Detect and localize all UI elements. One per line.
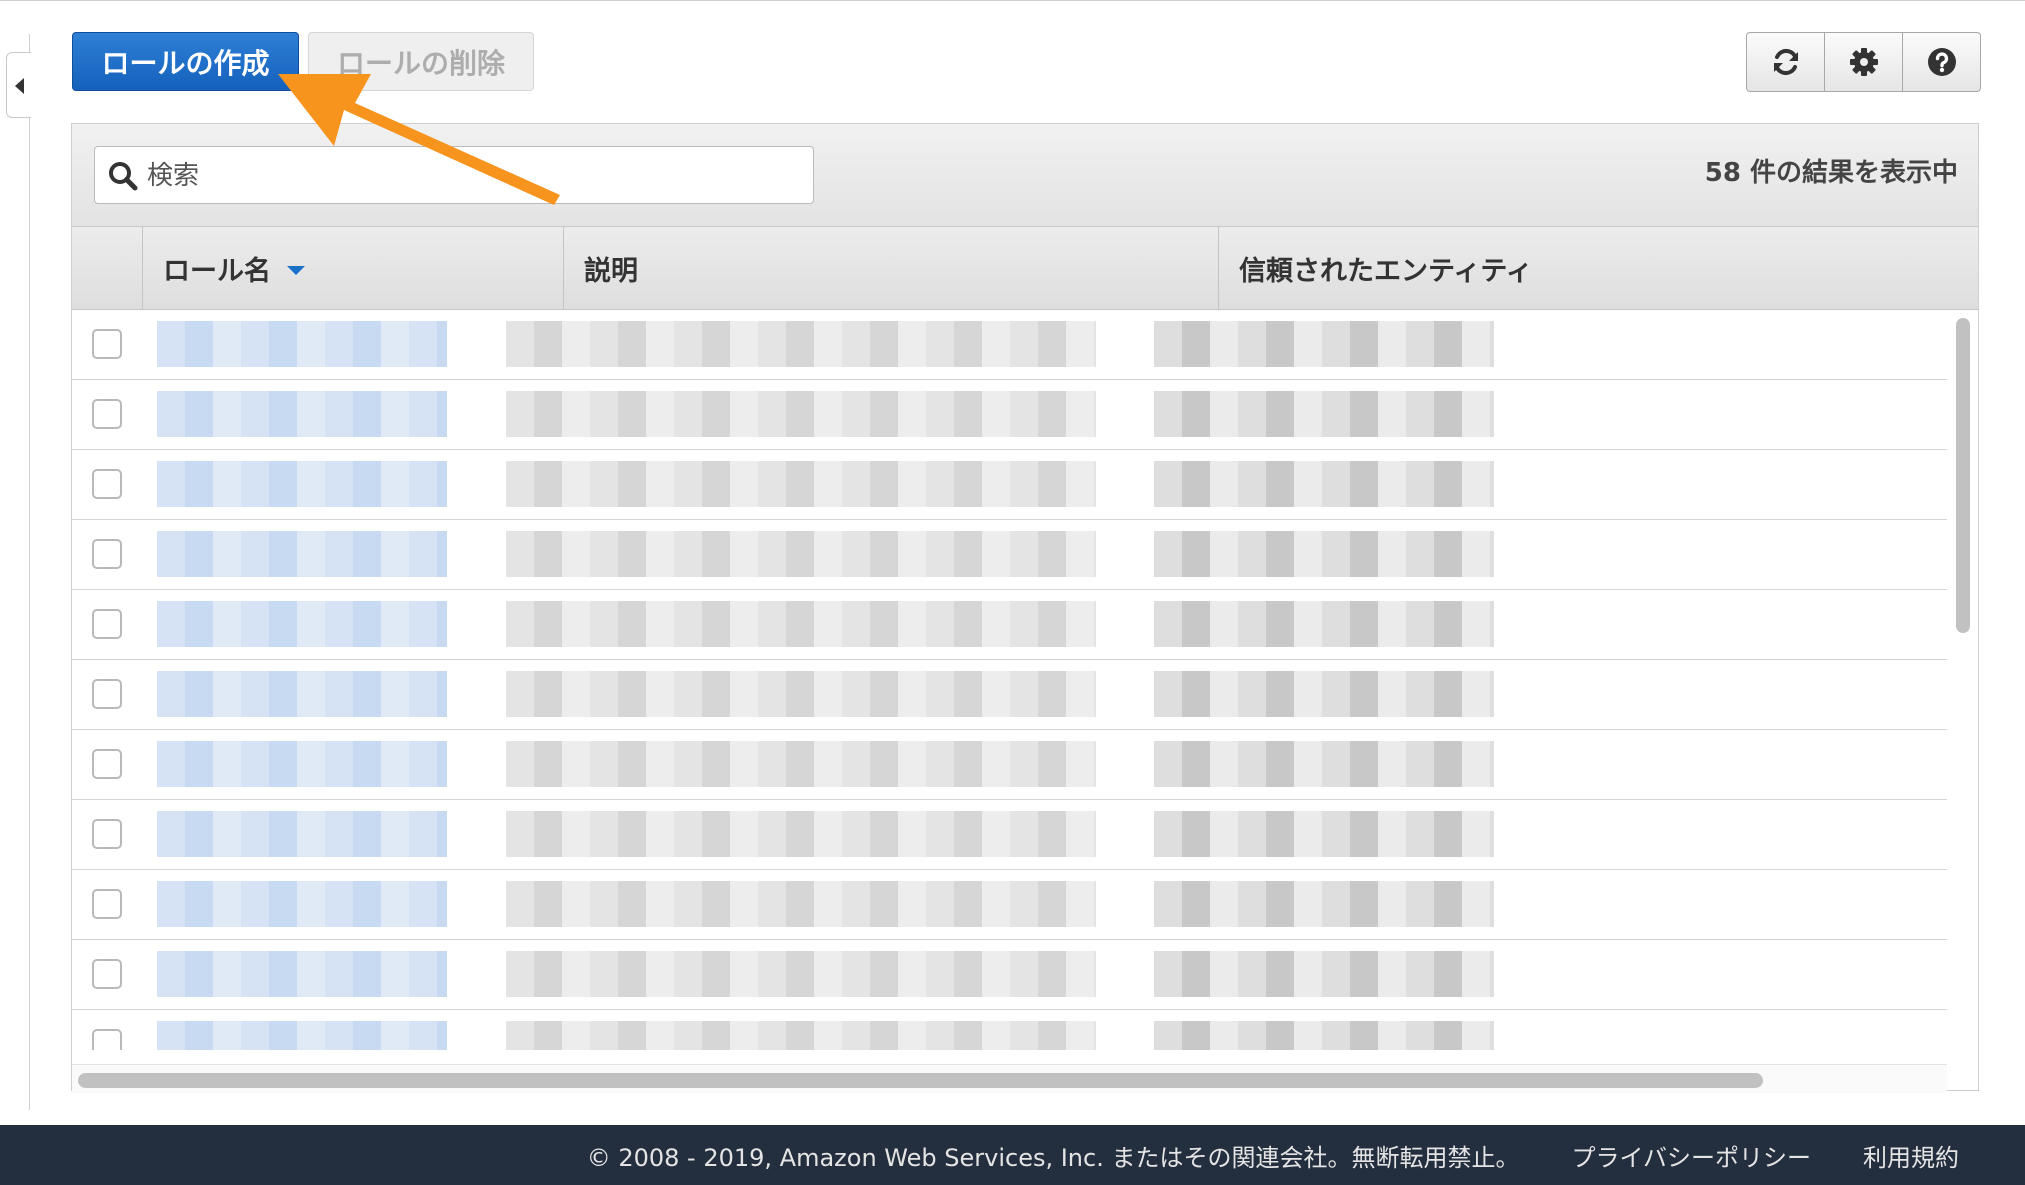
redacted-description xyxy=(506,741,1096,787)
redacted-trusted-entity xyxy=(1154,811,1494,857)
redacted-role-name[interactable] xyxy=(157,881,447,927)
redacted-role-name[interactable] xyxy=(157,391,447,437)
table-row[interactable] xyxy=(72,310,1947,380)
row-checkbox[interactable] xyxy=(92,399,122,429)
redacted-description xyxy=(506,531,1096,577)
collapse-sidebar-button[interactable] xyxy=(6,52,31,118)
redacted-description xyxy=(506,811,1096,857)
column-header-description-label: 説明 xyxy=(584,255,638,287)
row-checkbox[interactable] xyxy=(92,1029,122,1050)
table-row[interactable] xyxy=(72,870,1947,940)
table-row[interactable] xyxy=(72,520,1947,590)
redacted-description xyxy=(506,601,1096,647)
row-checkbox[interactable] xyxy=(92,679,122,709)
top-border xyxy=(0,0,2025,1)
row-checkbox[interactable] xyxy=(92,329,122,359)
redacted-description xyxy=(506,671,1096,717)
toolbar-icon-group xyxy=(1746,32,1981,92)
column-header-role-name-label: ロール名 xyxy=(163,255,271,287)
table-row[interactable] xyxy=(72,380,1947,450)
vertical-scrollbar-thumb[interactable] xyxy=(1956,318,1970,633)
caret-left-icon xyxy=(15,78,24,94)
table-row[interactable] xyxy=(72,940,1947,1010)
refresh-button[interactable] xyxy=(1747,33,1825,91)
footer: © 2008 - 2019, Amazon Web Services, Inc.… xyxy=(0,1125,2025,1185)
redacted-role-name[interactable] xyxy=(157,601,447,647)
redacted-trusted-entity xyxy=(1154,881,1494,927)
redacted-role-name[interactable] xyxy=(157,741,447,787)
side-panel-border xyxy=(29,34,30,1110)
search-icon xyxy=(109,162,138,191)
redacted-role-name[interactable] xyxy=(157,951,447,997)
redacted-trusted-entity xyxy=(1154,951,1494,997)
redacted-role-name[interactable] xyxy=(157,1021,447,1050)
search-bar-area: 58 件の結果を表示中 xyxy=(72,124,1978,227)
redacted-role-name[interactable] xyxy=(157,321,447,367)
results-count: 58 件の結果を表示中 xyxy=(1704,158,1958,188)
redacted-description xyxy=(506,461,1096,507)
redacted-trusted-entity xyxy=(1154,531,1494,577)
table-row[interactable] xyxy=(72,450,1947,520)
table-header: ロール名 説明 信頼されたエンティティ xyxy=(72,227,1978,310)
table-body xyxy=(72,310,1947,1050)
refresh-icon xyxy=(1773,48,1798,76)
table-row[interactable] xyxy=(72,1010,1947,1050)
table-row[interactable] xyxy=(72,660,1947,730)
footer-copyright: © 2008 - 2019, Amazon Web Services, Inc.… xyxy=(586,1143,1520,1172)
redacted-trusted-entity xyxy=(1154,391,1494,437)
column-header-trusted-entities-label: 信頼されたエンティティ xyxy=(1239,255,1533,287)
redacted-trusted-entity xyxy=(1154,461,1494,507)
column-header-trusted-entities[interactable]: 信頼されたエンティティ xyxy=(1219,227,1979,309)
horizontal-scrollbar[interactable] xyxy=(72,1064,1947,1093)
redacted-description xyxy=(506,321,1096,367)
sort-descending-icon[interactable] xyxy=(287,265,305,275)
redacted-description xyxy=(506,951,1096,997)
create-role-button[interactable]: ロールの作成 xyxy=(72,32,299,91)
redacted-role-name[interactable] xyxy=(157,531,447,577)
row-checkbox[interactable] xyxy=(92,889,122,919)
privacy-policy-link[interactable]: プライバシーポリシー xyxy=(1571,1138,1811,1173)
redacted-description xyxy=(506,1021,1096,1050)
redacted-trusted-entity xyxy=(1154,1021,1494,1050)
header-select-column xyxy=(72,227,143,309)
row-checkbox[interactable] xyxy=(92,469,122,499)
redacted-trusted-entity xyxy=(1154,601,1494,647)
redacted-trusted-entity xyxy=(1154,741,1494,787)
row-checkbox[interactable] xyxy=(92,749,122,779)
column-header-role-name[interactable]: ロール名 xyxy=(143,227,564,309)
column-header-description[interactable]: 説明 xyxy=(564,227,1219,309)
redacted-description xyxy=(506,391,1096,437)
table-row[interactable] xyxy=(72,590,1947,660)
roles-table-panel: 58 件の結果を表示中 ロール名 説明 信頼されたエンティティ xyxy=(71,123,1979,1093)
redacted-description xyxy=(506,881,1096,927)
redacted-trusted-entity xyxy=(1154,321,1494,367)
search-input[interactable] xyxy=(145,155,789,197)
search-box[interactable] xyxy=(94,146,814,204)
gear-icon xyxy=(1849,48,1878,76)
terms-link[interactable]: 利用規約 xyxy=(1863,1138,1959,1173)
horizontal-scrollbar-thumb[interactable] xyxy=(78,1073,1763,1088)
redacted-role-name[interactable] xyxy=(157,671,447,717)
table-row[interactable] xyxy=(72,730,1947,800)
row-checkbox[interactable] xyxy=(92,609,122,639)
redacted-role-name[interactable] xyxy=(157,811,447,857)
delete-role-button[interactable]: ロールの削除 xyxy=(308,32,534,91)
table-row[interactable] xyxy=(72,800,1947,870)
redacted-trusted-entity xyxy=(1154,671,1494,717)
row-checkbox[interactable] xyxy=(92,819,122,849)
row-checkbox[interactable] xyxy=(92,959,122,989)
redacted-role-name[interactable] xyxy=(157,461,447,507)
help-icon xyxy=(1927,48,1956,76)
vertical-scrollbar[interactable] xyxy=(1948,310,1978,1050)
settings-button[interactable] xyxy=(1825,33,1903,91)
help-button[interactable] xyxy=(1903,33,1980,91)
row-checkbox[interactable] xyxy=(92,539,122,569)
